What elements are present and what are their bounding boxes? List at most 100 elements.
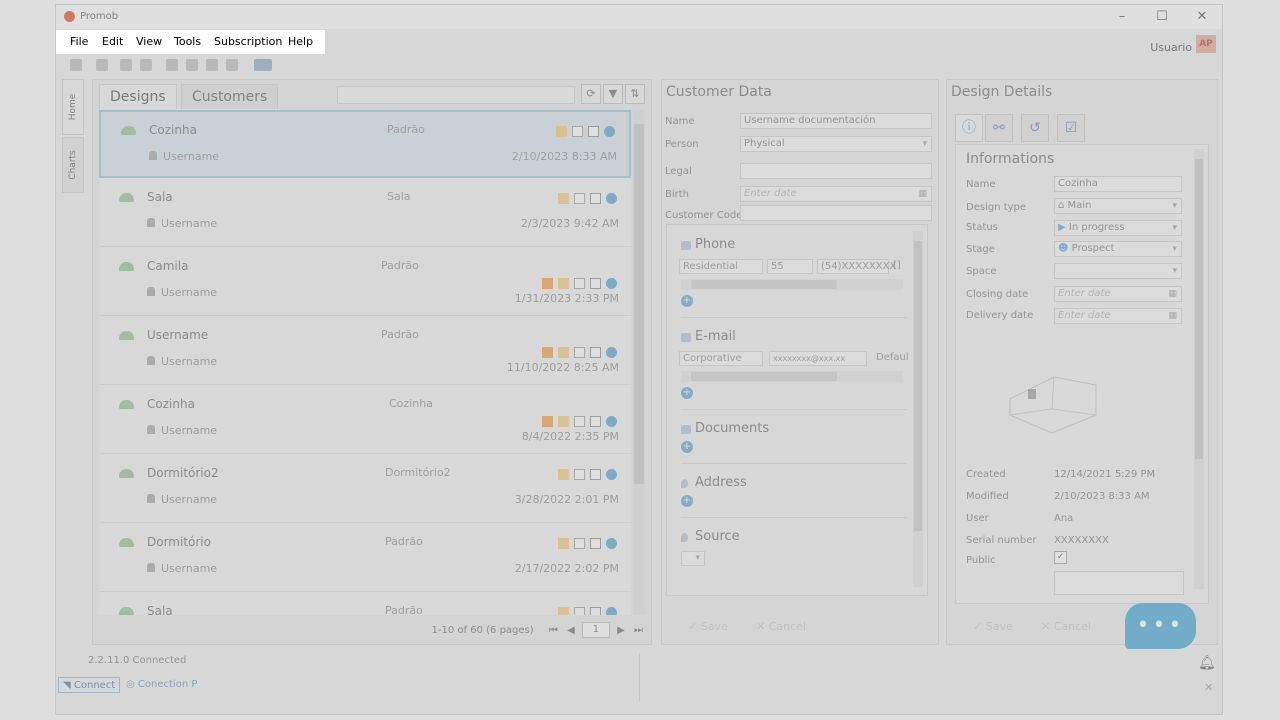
calendar-icon[interactable]: ▦ [1168,287,1177,301]
open-folder-icon[interactable] [558,606,569,615]
design-row[interactable]: Sala Sala Username 2/3/2023 9:42 AM [99,179,631,247]
delete-tool-icon[interactable] [226,59,238,71]
share-icon[interactable] [606,192,617,204]
redo-tool-icon[interactable] [140,59,152,71]
duplicate-icon[interactable] [574,277,585,289]
paste-tool-icon[interactable] [206,59,218,71]
closing-date-field[interactable]: Enter date ▦ [1054,286,1182,302]
email-hscroll[interactable] [681,371,903,382]
minimize-button[interactable]: – [1104,7,1140,27]
delivery-date-field[interactable]: Enter date ▦ [1054,308,1182,324]
undo-tool-icon[interactable] [120,59,132,71]
owner-icon[interactable] [542,346,553,358]
first-page-icon[interactable]: ⏮ [549,625,558,636]
phone-scroll-thumb[interactable] [691,280,837,289]
duplicate-icon[interactable] [574,537,585,549]
design-type-select[interactable]: ⌂ Main ▾ [1054,198,1182,214]
details-scroll-thumb[interactable] [1195,159,1203,459]
email-scroll-thumb[interactable] [691,372,837,381]
page-number-input[interactable]: 1 [581,622,610,638]
export-icon[interactable] [590,192,601,204]
open-folder-icon[interactable] [558,277,569,289]
details-save-button[interactable]: ✓ Save [973,620,1013,633]
email-type-select[interactable]: Corporative [679,351,763,366]
details-scrollbar[interactable] [1194,149,1204,589]
design-row[interactable]: Username Padrão Username 11/10/2022 8:25… [99,317,631,385]
customer-name-field[interactable]: Username documentación [740,113,932,129]
export-icon[interactable] [590,415,601,427]
menu-help[interactable]: Help [288,35,313,48]
design-row[interactable]: Camila Padrão Username 1/31/2023 2:33 PM [99,248,631,316]
menu-file[interactable]: File [70,35,88,48]
calendar-icon[interactable]: ▦ [918,187,927,201]
customer-code-field[interactable] [740,205,932,221]
share-icon[interactable] [606,537,617,549]
cut-tool-icon[interactable] [166,59,178,71]
layout-tool-icon[interactable] [254,59,272,71]
status-select[interactable]: ▶ In progress ▾ [1054,220,1182,236]
contacts-scroll-thumb[interactable] [914,241,922,531]
notes-field[interactable] [1054,571,1184,595]
info-tab-icon[interactable]: ⓘ [955,114,983,142]
stage-select[interactable]: ☻ Prospect ▾ [1054,241,1182,257]
export-icon[interactable] [588,125,599,137]
duplicate-icon[interactable] [574,192,585,204]
close-button[interactable]: ✕ [1184,7,1220,27]
share-icon[interactable] [606,468,617,480]
designs-search-input[interactable] [337,86,575,104]
connection-item[interactable]: ◎ Conection P [126,679,197,690]
design-row[interactable]: Sala Padrão [99,593,631,615]
tab-designs[interactable]: Designs [99,84,177,109]
customer-cancel-button[interactable]: ✕ Cancel [756,620,806,633]
source-select[interactable]: ▾ [681,551,705,566]
design-row[interactable]: Dormitório Padrão Username 2/17/2022 2:0… [99,524,631,592]
open-folder-icon[interactable] [558,537,569,549]
save-tool-icon[interactable] [70,59,82,71]
share-icon[interactable] [604,125,615,137]
refresh-icon[interactable]: ⟳ [581,84,601,104]
history-tab-icon[interactable]: ↺ [1021,114,1049,142]
copy-tool-icon[interactable] [186,59,198,71]
phone-number-field[interactable]: (54)XXXXXXXX [817,259,896,274]
chat-button[interactable]: ••• [1125,603,1196,649]
export-icon[interactable] [590,468,601,480]
open-folder-icon[interactable] [558,415,569,427]
contacts-scrollbar[interactable] [913,231,923,587]
menu-edit[interactable]: Edit [102,35,123,48]
person-select[interactable]: Physical ▾ [740,136,932,152]
duplicate-icon[interactable] [574,415,585,427]
open-folder-icon[interactable] [558,192,569,204]
share-icon[interactable] [606,346,617,358]
export-icon[interactable] [590,346,601,358]
duplicate-icon[interactable] [572,125,583,137]
legal-field[interactable] [740,163,932,179]
bell-icon[interactable]: 🔔︎ [1198,655,1216,671]
last-page-icon[interactable]: ⏭ [634,625,643,636]
design-row[interactable]: Cozinha Padrão Username 2/10/2023 8:33 A… [99,110,631,178]
menu-tools[interactable]: Tools [174,35,201,48]
menu-view[interactable]: View [136,35,162,48]
add-address-icon[interactable]: + [681,495,693,507]
print-tool-icon[interactable] [96,59,108,71]
details-cancel-button[interactable]: ✕ Cancel [1041,620,1091,633]
design-row[interactable]: Cozinha Cozinha Username 8/4/2022 2:35 P… [99,386,631,454]
user-avatar[interactable]: AP [1196,35,1216,53]
birth-date-field[interactable]: Enter date ▦ [740,186,932,202]
next-page-icon[interactable]: ▶ [617,625,625,636]
design-name-field[interactable]: Cozinha [1054,176,1182,192]
add-phone-icon[interactable]: + [681,295,693,307]
calendar-icon[interactable]: ▦ [1168,309,1177,323]
duplicate-icon[interactable] [574,346,585,358]
clear-filter-icon[interactable]: ⇅ [625,84,645,104]
share-icon[interactable] [606,277,617,289]
filter-icon[interactable]: ▼ [603,84,623,104]
checklist-tab-icon[interactable]: ☑ [1057,114,1085,142]
maximize-button[interactable]: ☐ [1144,7,1180,27]
user-name[interactable]: Usuario [1150,41,1192,54]
share-tab-icon[interactable]: ⚯ [985,114,1013,142]
add-document-icon[interactable]: + [681,441,693,453]
share-icon[interactable] [606,606,617,615]
export-icon[interactable] [590,537,601,549]
email-address-field[interactable]: xxxxxxxx@xxx.xx [769,351,867,366]
list-scroll-thumb[interactable] [634,124,644,484]
